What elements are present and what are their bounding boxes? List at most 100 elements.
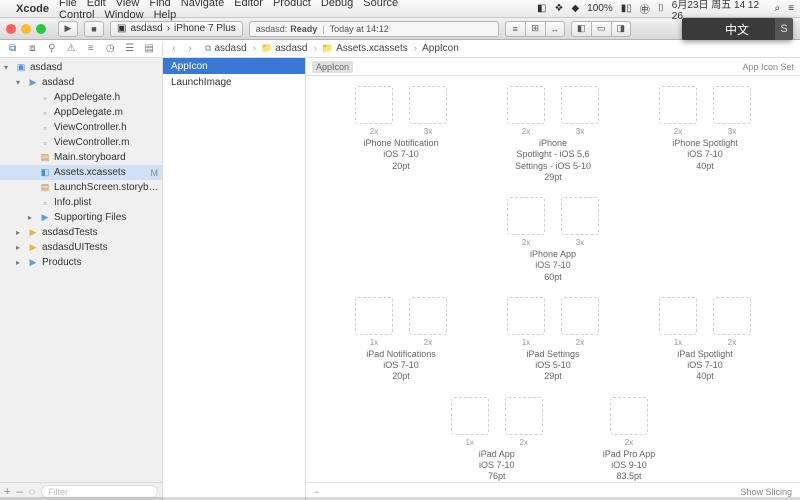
file-icon: ▫ xyxy=(39,92,51,104)
remove-button[interactable]: – xyxy=(16,486,22,498)
history-nav: ‹ › xyxy=(163,43,201,54)
ime-side-button[interactable]: S xyxy=(775,18,793,40)
navigator-tab-2[interactable]: ⚲ xyxy=(45,42,59,56)
breadcrumb-segment[interactable]: 📁Assets.xcassets xyxy=(322,43,420,54)
canvas-crumb[interactable]: AppIcon xyxy=(312,61,353,73)
navigator-tab-6[interactable]: ☰ xyxy=(123,42,137,56)
minimize-window[interactable] xyxy=(21,24,31,34)
icon-well[interactable] xyxy=(713,297,751,335)
navigator-tab-5[interactable]: ◷ xyxy=(104,42,118,56)
icon-well[interactable] xyxy=(355,86,393,124)
outline-item[interactable]: LaunchImage xyxy=(163,74,305,90)
slot-caption: iPad Pro AppiOS 9-1083.5pt xyxy=(603,449,656,483)
ime-icon[interactable]: ㊥ xyxy=(640,1,650,16)
standard-editor[interactable]: ≡ xyxy=(505,21,525,37)
icon-well[interactable] xyxy=(561,197,599,235)
spotlight-icon[interactable]: ⌕ xyxy=(775,3,781,14)
zoom-out[interactable]: − xyxy=(314,487,319,497)
tree-row[interactable]: ▾▶asdasd xyxy=(0,75,162,90)
icon-well[interactable] xyxy=(507,197,545,235)
menu-view[interactable]: View xyxy=(116,0,140,9)
tree-row[interactable]: ▫AppDelegate.m xyxy=(0,105,162,120)
menu-editor[interactable]: Editor xyxy=(234,0,263,9)
disclosure-triangle[interactable]: ▸ xyxy=(16,243,24,252)
menu-window[interactable]: Window xyxy=(104,9,143,21)
breadcrumb-segment[interactable]: 📁asdasd xyxy=(261,43,320,54)
outline-item[interactable]: AppIcon xyxy=(163,58,305,74)
navigator-tab-3[interactable]: ⚠ xyxy=(65,42,79,56)
scheme-selector[interactable]: ▣ asdasd › iPhone 7 Plus xyxy=(110,21,243,37)
navigator-tab-7[interactable]: ▤ xyxy=(143,42,157,56)
icon-well[interactable] xyxy=(507,86,545,124)
navigator-tab-4[interactable]: ≡ xyxy=(84,42,98,56)
tree-row[interactable]: ▫AppDelegate.h xyxy=(0,90,162,105)
icon-well[interactable] xyxy=(561,297,599,335)
icon-well[interactable] xyxy=(355,297,393,335)
menu-find[interactable]: Find xyxy=(149,0,170,9)
show-slicing-button[interactable]: Show Slicing xyxy=(740,487,792,497)
navigator-tab-0[interactable]: ⧉ xyxy=(6,42,20,56)
menu-file[interactable]: File xyxy=(59,0,77,9)
icon-well[interactable] xyxy=(610,397,648,435)
wifi-icon[interactable]: ⌷ xyxy=(658,3,664,14)
tree-row[interactable]: ◧Assets.xcassetsM xyxy=(0,165,162,180)
disclosure-triangle[interactable]: ▾ xyxy=(16,78,24,87)
run-button[interactable]: ▶ xyxy=(58,21,78,37)
tree-label: AppDelegate.h xyxy=(54,92,162,103)
tree-row[interactable]: ▸▶Supporting Files xyxy=(0,210,162,225)
add-button[interactable]: + xyxy=(4,486,10,498)
icon-well[interactable] xyxy=(561,86,599,124)
tree-row[interactable]: ▸▶asdasdUITests xyxy=(0,240,162,255)
icon-slot-group: 2x3xiPhone NotificationiOS 7-1020pt xyxy=(355,86,447,183)
tree-row[interactable]: ▤LaunchScreen.storyboard xyxy=(0,180,162,195)
activity-project: asdasd: xyxy=(256,24,288,34)
filter-scope-icon[interactable]: ◌ xyxy=(29,486,36,498)
scale-label: 3x xyxy=(713,127,751,136)
disclosure-triangle[interactable]: ▸ xyxy=(28,213,36,222)
icon-well[interactable] xyxy=(451,397,489,435)
disclosure-triangle[interactable]: ▸ xyxy=(16,228,24,237)
tree-row[interactable]: ▤Main.storyboard xyxy=(0,150,162,165)
tree-row[interactable]: ▸▶Products xyxy=(0,255,162,270)
icon-well[interactable] xyxy=(505,397,543,435)
breadcrumb-segment[interactable]: AppIcon xyxy=(422,43,468,54)
icon-well[interactable] xyxy=(659,297,697,335)
icon-well[interactable] xyxy=(409,86,447,124)
asset-type-label: App Icon Set xyxy=(742,62,794,72)
icon-well[interactable] xyxy=(713,86,751,124)
close-window[interactable] xyxy=(6,24,16,34)
icon-well[interactable] xyxy=(659,86,697,124)
history-back[interactable]: ‹ xyxy=(167,43,181,54)
toggle-navigator[interactable]: ◧ xyxy=(571,21,591,37)
menu-navigate[interactable]: Navigate xyxy=(181,0,224,9)
ime-candidate-window[interactable]: 中文 S xyxy=(682,18,792,40)
assistant-editor[interactable]: ⊞ xyxy=(525,21,545,37)
icon-slot-group: 1x2xiPad SettingsiOS 5-1029pt xyxy=(507,297,599,383)
icon-well[interactable] xyxy=(409,297,447,335)
menu-edit[interactable]: Edit xyxy=(87,0,106,9)
tree-row[interactable]: ▾▣asdasd xyxy=(0,60,162,75)
navigator-tab-1[interactable]: ⧈ xyxy=(26,42,40,56)
stop-button[interactable]: ■ xyxy=(84,21,104,37)
toggle-debug[interactable]: ▭ xyxy=(591,21,611,37)
tree-row[interactable]: ▫ViewController.m xyxy=(0,135,162,150)
icon-slot-group: 1x2xiPad SpotlightiOS 7-1040pt xyxy=(659,297,751,383)
history-forward[interactable]: › xyxy=(183,43,197,54)
breadcrumb[interactable]: ⧉asdasd📁asdasd📁Assets.xcassetsAppIcon xyxy=(201,43,800,54)
disclosure-triangle[interactable]: ▾ xyxy=(4,63,12,72)
app-menu[interactable]: Xcode xyxy=(16,3,49,15)
disclosure-triangle[interactable]: ▸ xyxy=(16,258,24,267)
tree-row[interactable]: ▫Info.plist xyxy=(0,195,162,210)
tree-row[interactable]: ▸▶asdasdTests xyxy=(0,225,162,240)
icon-well[interactable] xyxy=(507,297,545,335)
version-editor[interactable]: ↔ xyxy=(545,21,565,37)
menu-debug[interactable]: Debug xyxy=(321,0,353,9)
toggle-utilities[interactable]: ◨ xyxy=(611,21,631,37)
zoom-window[interactable] xyxy=(36,24,46,34)
scale-label: 2x xyxy=(713,338,751,347)
menu-product[interactable]: Product xyxy=(273,0,311,9)
notification-center-icon[interactable]: ≡ xyxy=(788,3,794,14)
breadcrumb-segment[interactable]: ⧉asdasd xyxy=(205,43,259,54)
tree-row[interactable]: ▫ViewController.h xyxy=(0,120,162,135)
menu-help[interactable]: Help xyxy=(154,9,177,21)
